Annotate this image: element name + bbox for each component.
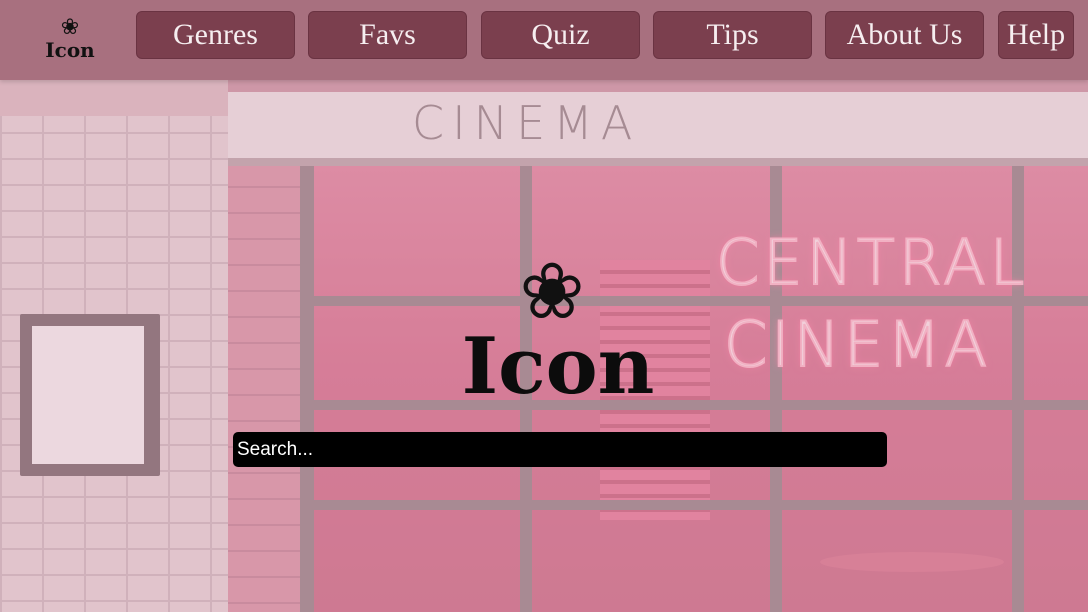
nav-button-genres[interactable]: Genres: [136, 11, 295, 59]
nav-button-help[interactable]: Help: [998, 11, 1074, 59]
nav-button-about-us[interactable]: About Us: [825, 11, 984, 59]
flower-icon: ❀: [60, 15, 80, 40]
hero-title: Icon: [461, 321, 655, 412]
brand-label: Icon: [45, 38, 95, 62]
search-input[interactable]: [233, 432, 887, 467]
nav-button-quiz[interactable]: Quiz: [481, 11, 640, 59]
nav-button-tips[interactable]: Tips: [653, 11, 812, 59]
top-navbar: ❀ Icon Genres Favs Quiz Tips About Us He…: [0, 0, 1088, 80]
brand-logo[interactable]: ❀ Icon: [32, 10, 108, 70]
nav-button-favs[interactable]: Favs: [308, 11, 467, 59]
